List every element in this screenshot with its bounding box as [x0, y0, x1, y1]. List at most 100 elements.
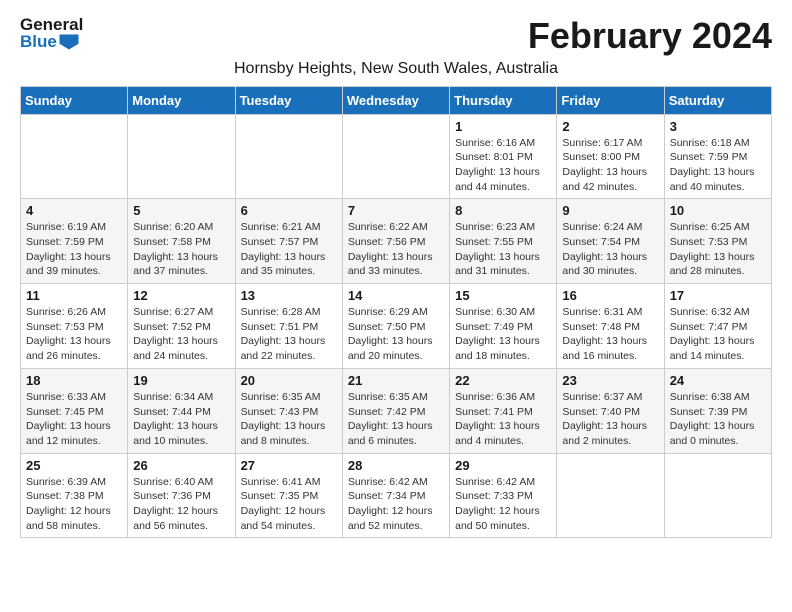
day-number: 3 — [670, 119, 766, 134]
day-info: Sunrise: 6:25 AM Sunset: 7:53 PM Dayligh… — [670, 220, 766, 279]
calendar-cell: 18 Sunrise: 6:33 AM Sunset: 7:45 PM Dayli… — [21, 368, 128, 453]
day-info: Sunrise: 6:42 AM Sunset: 7:33 PM Dayligh… — [455, 475, 551, 534]
day-info: Sunrise: 6:42 AM Sunset: 7:34 PM Dayligh… — [348, 475, 444, 534]
day-info: Sunrise: 6:38 AM Sunset: 7:39 PM Dayligh… — [670, 390, 766, 449]
day-number: 13 — [241, 288, 337, 303]
day-number: 19 — [133, 373, 229, 388]
day-info: Sunrise: 6:35 AM Sunset: 7:43 PM Dayligh… — [241, 390, 337, 449]
day-number: 11 — [26, 288, 122, 303]
day-info: Sunrise: 6:37 AM Sunset: 7:40 PM Dayligh… — [562, 390, 658, 449]
day-info: Sunrise: 6:20 AM Sunset: 7:58 PM Dayligh… — [133, 220, 229, 279]
calendar-cell: 9 Sunrise: 6:24 AM Sunset: 7:54 PM Daylig… — [557, 199, 664, 284]
week-row-2: 4 Sunrise: 6:19 AM Sunset: 7:59 PM Daylig… — [21, 199, 772, 284]
calendar-cell — [342, 114, 449, 199]
header-sunday: Sunday — [21, 86, 128, 114]
day-info: Sunrise: 6:40 AM Sunset: 7:36 PM Dayligh… — [133, 475, 229, 534]
day-number: 9 — [562, 203, 658, 218]
calendar-cell: 1 Sunrise: 6:16 AM Sunset: 8:01 PM Daylig… — [450, 114, 557, 199]
day-number: 6 — [241, 203, 337, 218]
calendar-cell: 21Sunrise: 6:35 AM Sunset: 7:42 PM Dayli… — [342, 368, 449, 453]
day-info: Sunrise: 6:19 AM Sunset: 7:59 PM Dayligh… — [26, 220, 122, 279]
calendar-cell: 27 Sunrise: 6:41 AM Sunset: 7:35 PM Dayli… — [235, 453, 342, 538]
header-monday: Monday — [128, 86, 235, 114]
calendar-cell: 11 Sunrise: 6:26 AM Sunset: 7:53 PM Dayli… — [21, 284, 128, 369]
day-info: Sunrise: 6:26 AM Sunset: 7:53 PM Dayligh… — [26, 305, 122, 364]
day-info: Sunrise: 6:32 AM Sunset: 7:47 PM Dayligh… — [670, 305, 766, 364]
day-number: 1 — [455, 119, 551, 134]
header-wednesday: Wednesday — [342, 86, 449, 114]
header-thursday: Thursday — [450, 86, 557, 114]
calendar-cell — [235, 114, 342, 199]
day-number: 10 — [670, 203, 766, 218]
day-number: 25 — [26, 458, 122, 473]
day-number: 16 — [562, 288, 658, 303]
day-number: 7 — [348, 203, 444, 218]
day-info: Sunrise: 6:41 AM Sunset: 7:35 PM Dayligh… — [241, 475, 337, 534]
day-number: 22 — [455, 373, 551, 388]
calendar-cell: 16 Sunrise: 6:31 AM Sunset: 7:48 PM Dayli… — [557, 284, 664, 369]
location-subtitle: Hornsby Heights, New South Wales, Austra… — [20, 60, 772, 78]
week-row-4: 18 Sunrise: 6:33 AM Sunset: 7:45 PM Dayli… — [21, 368, 772, 453]
day-info: Sunrise: 6:16 AM Sunset: 8:01 PM Dayligh… — [455, 136, 551, 195]
calendar-cell: 8Sunrise: 6:23 AM Sunset: 7:55 PM Daylig… — [450, 199, 557, 284]
day-info: Sunrise: 6:17 AM Sunset: 8:00 PM Dayligh… — [562, 136, 658, 195]
calendar-cell: 26 Sunrise: 6:40 AM Sunset: 7:36 PM Dayli… — [128, 453, 235, 538]
day-info: Sunrise: 6:33 AM Sunset: 7:45 PM Dayligh… — [26, 390, 122, 449]
header-saturday: Saturday — [664, 86, 771, 114]
calendar-cell: 17 Sunrise: 6:32 AM Sunset: 7:47 PM Dayli… — [664, 284, 771, 369]
week-row-3: 11 Sunrise: 6:26 AM Sunset: 7:53 PM Dayli… — [21, 284, 772, 369]
day-info: Sunrise: 6:30 AM Sunset: 7:49 PM Dayligh… — [455, 305, 551, 364]
day-number: 26 — [133, 458, 229, 473]
calendar-cell: 23 Sunrise: 6:37 AM Sunset: 7:40 PM Dayli… — [557, 368, 664, 453]
title-area: February 2024 — [528, 16, 772, 56]
calendar-cell — [128, 114, 235, 199]
header: General Blue February 2024 — [20, 16, 772, 56]
calendar-cell: 14Sunrise: 6:29 AM Sunset: 7:50 PM Dayli… — [342, 284, 449, 369]
calendar-cell: 4 Sunrise: 6:19 AM Sunset: 7:59 PM Daylig… — [21, 199, 128, 284]
day-number: 20 — [241, 373, 337, 388]
day-number: 18 — [26, 373, 122, 388]
calendar-cell: 19 Sunrise: 6:34 AM Sunset: 7:44 PM Dayli… — [128, 368, 235, 453]
logo: General Blue — [20, 16, 83, 50]
day-info: Sunrise: 6:28 AM Sunset: 7:51 PM Dayligh… — [241, 305, 337, 364]
day-info: Sunrise: 6:23 AM Sunset: 7:55 PM Dayligh… — [455, 220, 551, 279]
calendar-cell: 13 Sunrise: 6:28 AM Sunset: 7:51 PM Dayli… — [235, 284, 342, 369]
day-number: 15 — [455, 288, 551, 303]
day-info: Sunrise: 6:31 AM Sunset: 7:48 PM Dayligh… — [562, 305, 658, 364]
day-number: 28 — [348, 458, 444, 473]
week-row-5: 25 Sunrise: 6:39 AM Sunset: 7:38 PM Dayli… — [21, 453, 772, 538]
week-row-1: 1 Sunrise: 6:16 AM Sunset: 8:01 PM Daylig… — [21, 114, 772, 199]
day-info: Sunrise: 6:27 AM Sunset: 7:52 PM Dayligh… — [133, 305, 229, 364]
day-number: 2 — [562, 119, 658, 134]
month-title: February 2024 — [528, 16, 772, 56]
day-info: Sunrise: 6:29 AM Sunset: 7:50 PM Dayligh… — [348, 305, 444, 364]
day-info: Sunrise: 6:35 AM Sunset: 7:42 PM Dayligh… — [348, 390, 444, 449]
day-info: Sunrise: 6:34 AM Sunset: 7:44 PM Dayligh… — [133, 390, 229, 449]
calendar-cell: 10 Sunrise: 6:25 AM Sunset: 7:53 PM Dayli… — [664, 199, 771, 284]
day-info: Sunrise: 6:36 AM Sunset: 7:41 PM Dayligh… — [455, 390, 551, 449]
day-info: Sunrise: 6:39 AM Sunset: 7:38 PM Dayligh… — [26, 475, 122, 534]
calendar-cell: 24 Sunrise: 6:38 AM Sunset: 7:39 PM Dayli… — [664, 368, 771, 453]
header-tuesday: Tuesday — [235, 86, 342, 114]
calendar-cell: 7Sunrise: 6:22 AM Sunset: 7:56 PM Daylig… — [342, 199, 449, 284]
calendar-cell: 25 Sunrise: 6:39 AM Sunset: 7:38 PM Dayli… — [21, 453, 128, 538]
header-friday: Friday — [557, 86, 664, 114]
day-number: 4 — [26, 203, 122, 218]
day-number: 23 — [562, 373, 658, 388]
day-info: Sunrise: 6:21 AM Sunset: 7:57 PM Dayligh… — [241, 220, 337, 279]
day-number: 24 — [670, 373, 766, 388]
calendar-cell — [664, 453, 771, 538]
day-info: Sunrise: 6:18 AM Sunset: 7:59 PM Dayligh… — [670, 136, 766, 195]
calendar-cell: 3 Sunrise: 6:18 AM Sunset: 7:59 PM Daylig… — [664, 114, 771, 199]
day-number: 17 — [670, 288, 766, 303]
day-number: 12 — [133, 288, 229, 303]
calendar-cell: 28 Sunrise: 6:42 AM Sunset: 7:34 PM Dayli… — [342, 453, 449, 538]
logo-arrow-icon — [59, 34, 79, 50]
calendar-cell: 15 Sunrise: 6:30 AM Sunset: 7:49 PM Dayli… — [450, 284, 557, 369]
day-number: 27 — [241, 458, 337, 473]
calendar-cell: 2 Sunrise: 6:17 AM Sunset: 8:00 PM Daylig… — [557, 114, 664, 199]
calendar-cell: 22 Sunrise: 6:36 AM Sunset: 7:41 PM Dayli… — [450, 368, 557, 453]
day-info: Sunrise: 6:24 AM Sunset: 7:54 PM Dayligh… — [562, 220, 658, 279]
day-number: 29 — [455, 458, 551, 473]
calendar-cell — [557, 453, 664, 538]
